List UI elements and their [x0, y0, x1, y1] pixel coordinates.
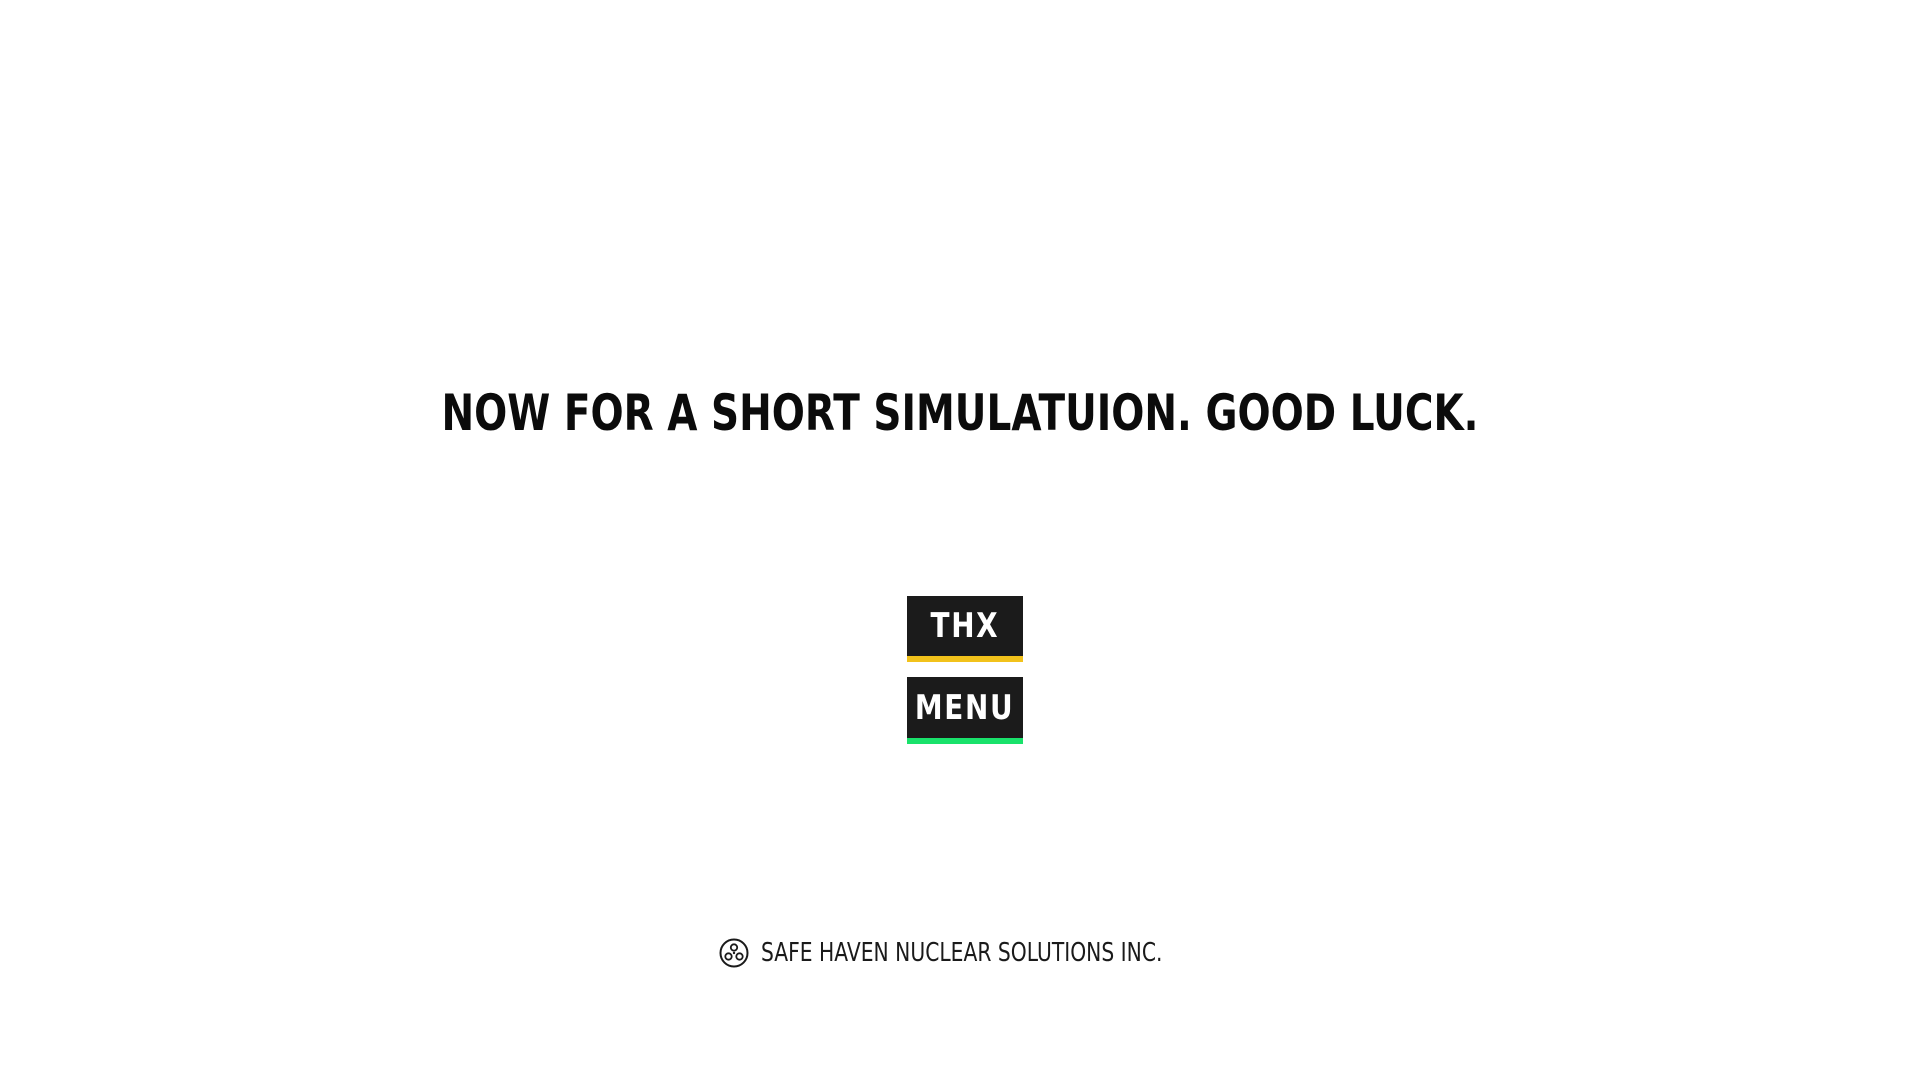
menu-button-label: MENU	[915, 687, 1015, 728]
footer: SAFE HAVEN NUCLEAR SOLUTIONS INC.	[0, 938, 1920, 968]
simulation-intro-screen: NOW FOR A SHORT SIMULATUION. GOOD LUCK. …	[0, 0, 1920, 1080]
thx-button-label: THX	[930, 606, 1000, 646]
thx-button[interactable]: THX	[907, 596, 1023, 662]
three-circle-logo-icon	[719, 938, 749, 968]
intro-headline: NOW FOR A SHORT SIMULATUION. GOOD LUCK.	[441, 384, 1479, 442]
company-name: SAFE HAVEN NUCLEAR SOLUTIONS INC.	[761, 938, 1163, 968]
menu-button[interactable]: MENU	[907, 677, 1023, 744]
